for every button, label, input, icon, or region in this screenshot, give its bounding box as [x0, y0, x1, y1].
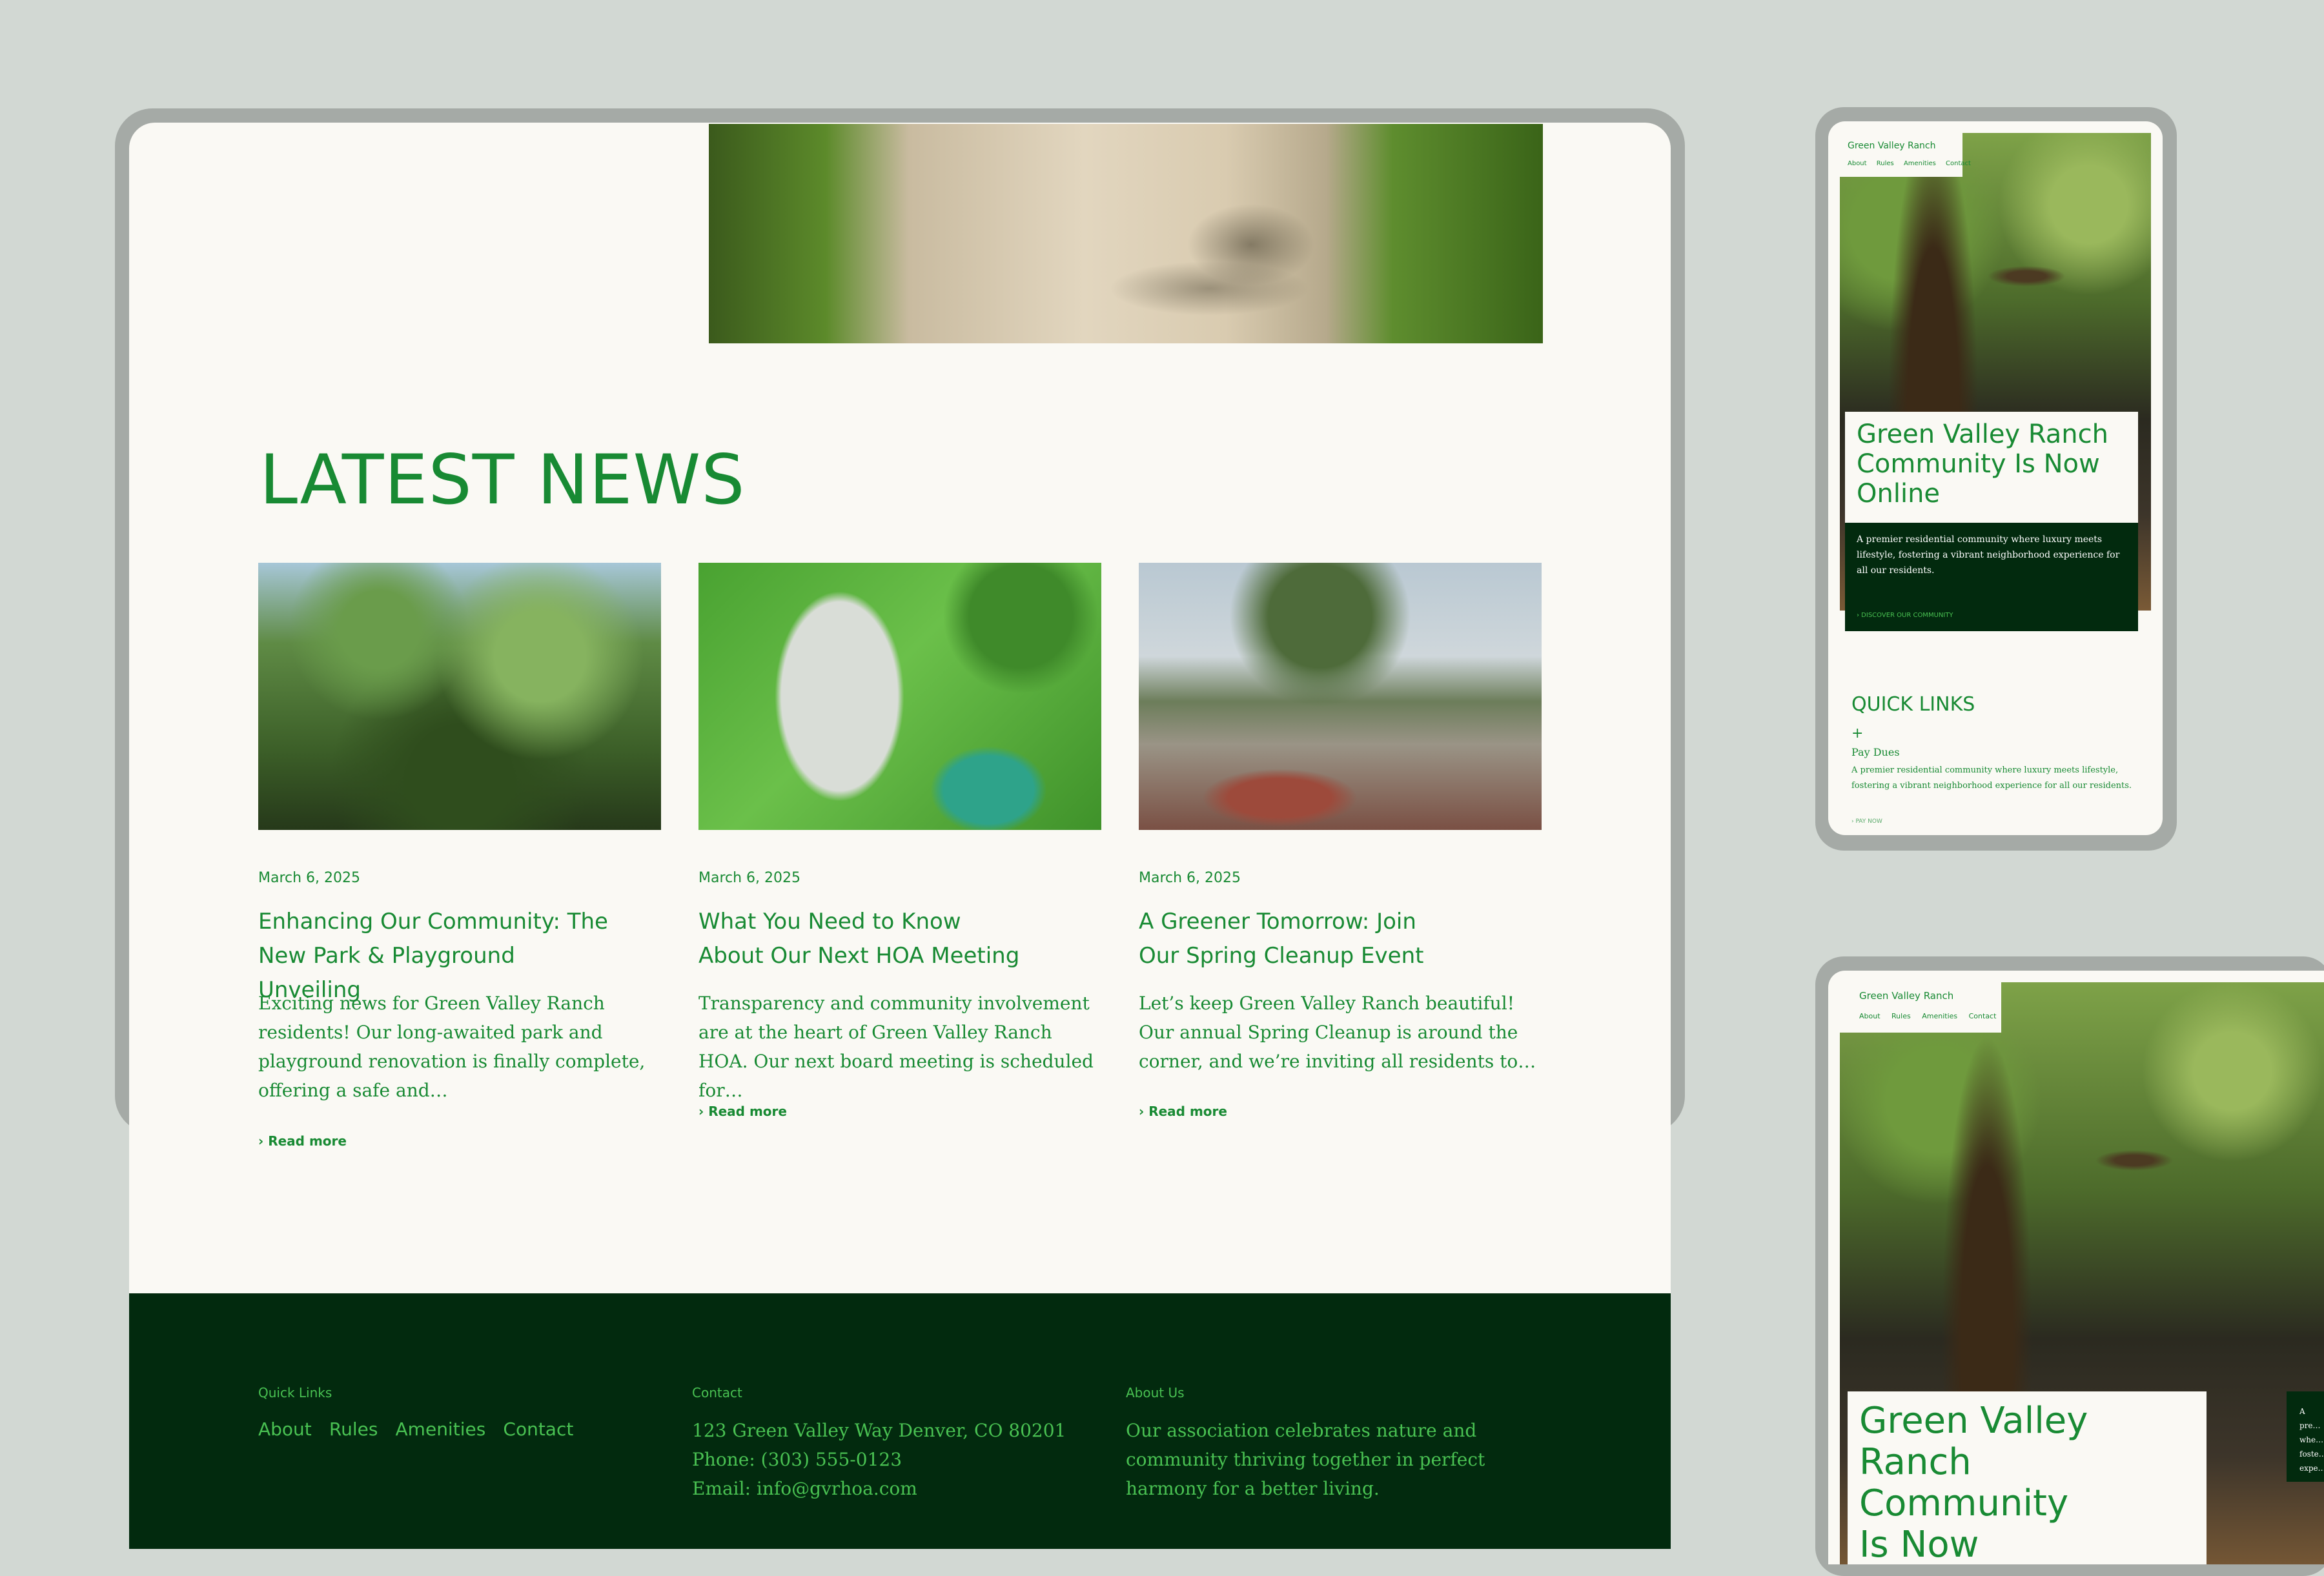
- footer-contact-heading: Contact: [692, 1385, 742, 1400]
- tablet-screen: Green Valley Ranch About Rules Amenities…: [1828, 971, 2324, 1564]
- news-card-3-read-more-link[interactable]: › Read more: [1139, 1104, 1227, 1119]
- mobile-pay-dues-text: A premier residential community where lu…: [1851, 765, 2132, 791]
- tablet-hero-title: Green Valley Ranch Community Is Now Onli…: [1859, 1400, 2088, 1565]
- mobile-nav-about[interactable]: About: [1848, 160, 1867, 167]
- footer-email[interactable]: Email: info@gvrhoa.com: [692, 1474, 1144, 1503]
- footer-quick-links: About Rules Amenities Contact: [258, 1419, 587, 1440]
- footer-contact-block: 123 Green Valley Way Denver, CO 80201 Ph…: [692, 1416, 1144, 1503]
- mobile-brand-logo[interactable]: Green Valley Ranch: [1848, 141, 1936, 151]
- mobile-hero-text: A premier residential community where lu…: [1857, 534, 2120, 576]
- footer-phone[interactable]: Phone: (303) 555-0123: [692, 1445, 1144, 1474]
- desktop-page: LATEST NEWS March 6, 2025 Enhancing Our …: [129, 123, 1671, 1549]
- news-card-2-title[interactable]: What You Need to Know About Our Next HOA…: [698, 905, 1060, 973]
- tablet-nav-contact[interactable]: Contact: [1969, 1012, 1997, 1020]
- tablet-nav-amenities[interactable]: Amenities: [1922, 1012, 1957, 1020]
- news-card-2-image[interactable]: [698, 563, 1101, 830]
- mobile-pay-dues-plus-icon[interactable]: +: [1851, 725, 1863, 742]
- news-card-3-excerpt: Let’s keep Green Valley Ranch beautiful!…: [1139, 993, 1536, 1072]
- footer-about-heading: About Us: [1126, 1385, 1185, 1400]
- hero-bike-path-image: [709, 124, 1543, 343]
- tablet-hero-text-partial: A pre… whe… foste… expe…: [2299, 1407, 2324, 1473]
- news-card-1-title-line1: Enhancing Our Community: The: [258, 909, 608, 934]
- news-card-3-title-line1: A Greener Tomorrow: Join: [1139, 909, 1416, 934]
- news-card-2-excerpt: Transparency and community involvement a…: [698, 993, 1094, 1101]
- news-card-3-title-line2: Our Spring Cleanup Event: [1139, 943, 1424, 969]
- site-footer: Quick Links About Rules Amenities Contac…: [129, 1293, 1671, 1549]
- latest-news-title: LATEST NEWS: [260, 440, 746, 520]
- footer-link-about[interactable]: About: [258, 1419, 312, 1440]
- tablet-nav-about[interactable]: About: [1859, 1012, 1881, 1020]
- mobile-screen: Green Valley Ranch About Rules Amenities…: [1828, 121, 2163, 835]
- tablet-nav-rules[interactable]: Rules: [1891, 1012, 1911, 1020]
- mobile-header: [1840, 133, 1962, 177]
- tablet-brand-logo[interactable]: Green Valley Ranch: [1859, 990, 1953, 1002]
- news-card-3-date: March 6, 2025: [1139, 870, 1241, 886]
- mobile-quick-links-title: QUICK LINKS: [1851, 693, 1975, 716]
- footer-link-amenities[interactable]: Amenities: [396, 1419, 486, 1440]
- news-card-3-image[interactable]: [1139, 563, 1542, 830]
- mobile-nav-contact[interactable]: Contact: [1946, 160, 1971, 167]
- news-card-2-title-line2: About Our Next HOA Meeting: [698, 943, 1020, 969]
- news-card-1-read-more-link[interactable]: › Read more: [258, 1133, 347, 1149]
- news-card-2-date: March 6, 2025: [698, 870, 801, 886]
- mobile-hero-title: Green Valley Ranch Community Is Now Onli…: [1857, 419, 2108, 509]
- footer-address: 123 Green Valley Way Denver, CO 80201: [692, 1420, 1066, 1441]
- news-card-2-title-line1: What You Need to Know: [698, 909, 961, 934]
- news-card-3-title[interactable]: A Greener Tomorrow: Join Our Spring Clea…: [1139, 905, 1500, 973]
- news-card-1-excerpt: Exciting news for Green Valley Ranch res…: [258, 993, 646, 1101]
- tablet-nav: About Rules Amenities Contact: [1859, 1012, 1996, 1020]
- desktop-screen: LATEST NEWS March 6, 2025 Enhancing Our …: [129, 123, 1671, 1549]
- footer-quick-links-heading: Quick Links: [258, 1385, 332, 1400]
- mobile-hero-cta-link[interactable]: › DISCOVER OUR COMMUNITY: [1857, 612, 1953, 619]
- mobile-nav: About Rules Amenities Contact: [1848, 160, 1971, 167]
- news-card-1-date: March 6, 2025: [258, 870, 361, 886]
- mobile-pay-now-link[interactable]: › PAY NOW: [1851, 818, 1882, 825]
- footer-link-contact[interactable]: Contact: [503, 1419, 573, 1440]
- mobile-nav-amenities[interactable]: Amenities: [1904, 160, 1936, 167]
- mobile-nav-rules[interactable]: Rules: [1877, 160, 1894, 167]
- mobile-pay-dues-title: Pay Dues: [1851, 746, 1900, 758]
- news-card-2-read-more-link[interactable]: › Read more: [698, 1104, 787, 1119]
- footer-link-rules[interactable]: Rules: [329, 1419, 378, 1440]
- news-card-1-image[interactable]: [258, 563, 661, 830]
- footer-about-text: Our association celebrates nature and co…: [1126, 1420, 1485, 1499]
